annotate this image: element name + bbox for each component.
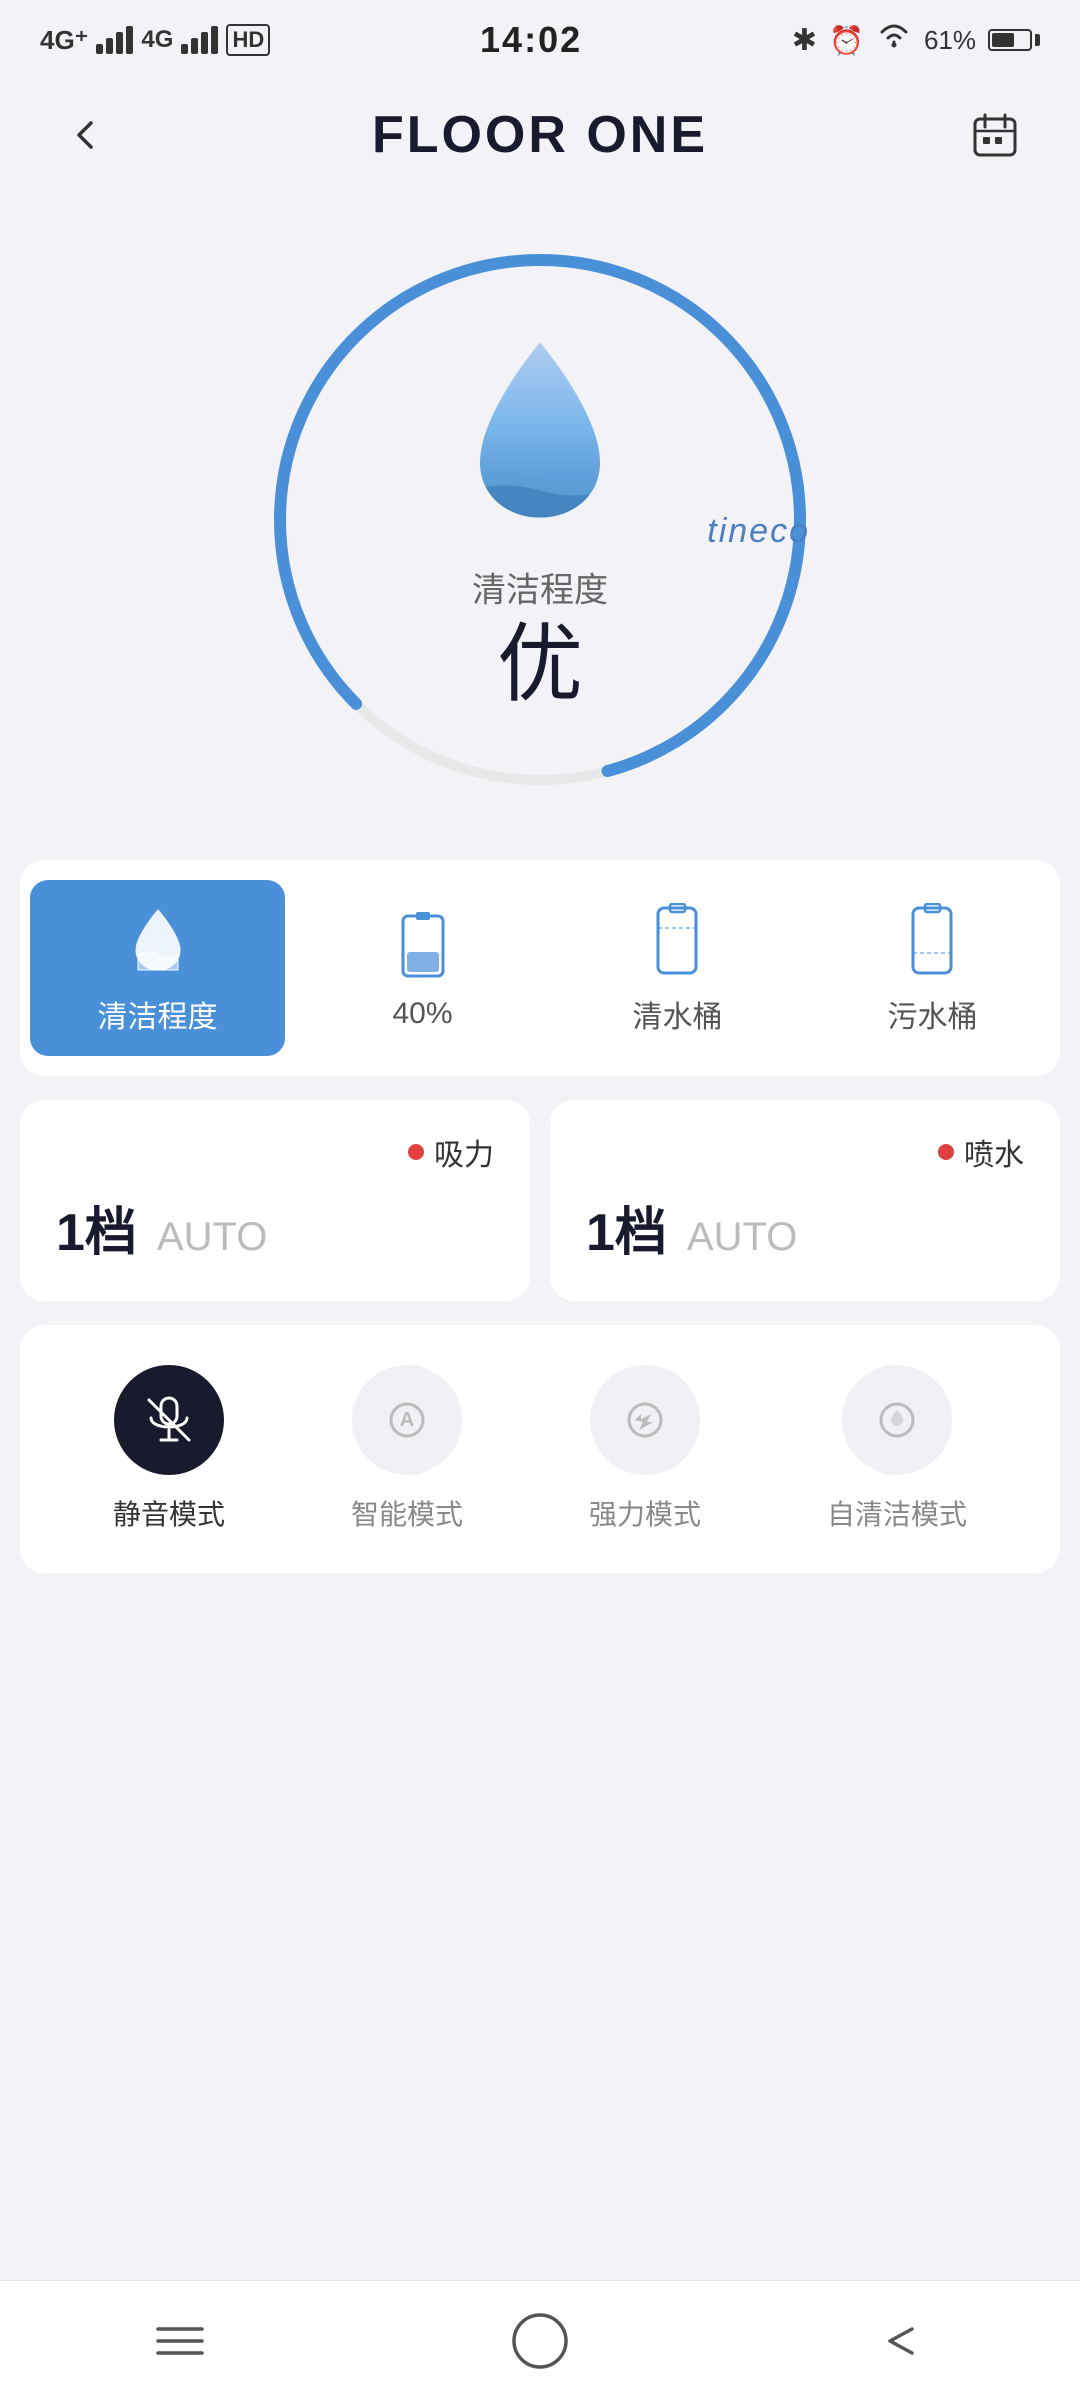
suction-text: 吸力 [434, 1130, 494, 1174]
silent-mode-label: 静音模式 [113, 1493, 225, 1533]
clean-label: 清洁程度 [472, 563, 608, 612]
spray-dot [938, 1144, 954, 1160]
clean-tank-icon [643, 900, 713, 980]
selfclean-mode-label: 自清洁模式 [827, 1493, 967, 1533]
suction-auto: AUTO [157, 1215, 267, 1260]
power-icon-circle [590, 1365, 700, 1475]
tab-battery-label: 40% [392, 997, 452, 1031]
battery-tab-icon [388, 905, 458, 985]
tab-clean-level[interactable]: 清洁程度 [30, 880, 285, 1056]
spray-text: 喷水 [964, 1130, 1024, 1174]
battery-percent: 61% [924, 25, 976, 56]
header: FLOOR ONE [0, 80, 1080, 190]
battery-icon [988, 29, 1040, 51]
suction-dot [408, 1144, 424, 1160]
wifi-icon [876, 22, 912, 58]
selfclean-icon-circle [842, 1365, 952, 1475]
microphone-off-icon [141, 1392, 197, 1448]
self-clean-icon [869, 1392, 925, 1448]
spray-card[interactable]: 喷水 1档 AUTO [550, 1100, 1060, 1301]
tab-dirty-tank-label: 污水桶 [888, 992, 978, 1036]
suction-gear: 1档 [56, 1190, 137, 1265]
smart-mode-label: 智能模式 [351, 1493, 463, 1533]
circle-inner: 清洁程度 优 [450, 333, 630, 708]
nav-back[interactable] [840, 2301, 960, 2381]
control-section: 吸力 1档 AUTO 喷水 1档 AUTO [20, 1100, 1060, 1301]
signal-bars [96, 26, 133, 54]
nav-menu[interactable] [120, 2301, 240, 2381]
suction-label: 吸力 [56, 1130, 494, 1174]
spray-label: 喷水 [586, 1130, 1024, 1174]
circle-container: 清洁程度 优 tineco [250, 230, 830, 810]
smart-icon-circle: A [352, 1365, 462, 1475]
tab-clean-label: 清洁程度 [98, 992, 218, 1036]
clean-level-icon [123, 900, 193, 980]
water-drop-icon [450, 333, 630, 543]
power-mode-icon [617, 1392, 673, 1448]
svg-text:A: A [400, 1409, 414, 1431]
spray-gear: 1档 [586, 1190, 667, 1265]
suction-value-row: 1档 AUTO [56, 1190, 494, 1265]
back-button[interactable] [50, 100, 120, 170]
smart-mode-icon: A [379, 1392, 435, 1448]
tab-clean-tank[interactable]: 清水桶 [550, 880, 805, 1056]
network-label: 4G⁺ [40, 25, 88, 56]
mode-smart[interactable]: A 智能模式 [351, 1365, 463, 1533]
hd-label: HD [226, 24, 270, 56]
network-label-2: 4G [141, 26, 173, 54]
clean-value: 优 [497, 622, 583, 708]
power-mode-label: 强力模式 [589, 1493, 701, 1533]
mode-section: 静音模式 A 智能模式 强力模式 [20, 1325, 1060, 1573]
spray-value-row: 1档 AUTO [586, 1190, 1024, 1265]
spray-auto: AUTO [687, 1215, 797, 1260]
tab-section: 清洁程度 40% 清水桶 [20, 860, 1060, 1076]
alarm-icon: ⏰ [829, 24, 864, 57]
bottom-nav [0, 2280, 1080, 2400]
calendar-button[interactable] [960, 100, 1030, 170]
tab-dirty-tank[interactable]: 污水桶 [805, 880, 1060, 1056]
mode-power[interactable]: 强力模式 [589, 1365, 701, 1533]
silent-icon-circle [114, 1365, 224, 1475]
circle-section: 清洁程度 优 tineco [0, 190, 1080, 860]
dirty-tank-icon [898, 900, 968, 980]
status-left: 4G⁺ 4G HD [40, 24, 270, 56]
page-title: FLOOR ONE [372, 105, 708, 165]
tab-clean-tank-label: 清水桶 [633, 992, 723, 1036]
status-bar: 4G⁺ 4G HD 14:02 ✱ ⏰ [0, 0, 1080, 80]
status-time: 14:02 [480, 19, 582, 61]
tineco-brand: tineco [707, 512, 810, 551]
status-right: ✱ ⏰ 61% [792, 22, 1040, 58]
bluetooth-icon: ✱ [792, 23, 817, 58]
suction-card[interactable]: 吸力 1档 AUTO [20, 1100, 530, 1301]
nav-home[interactable] [480, 2301, 600, 2381]
mode-silent[interactable]: 静音模式 [113, 1365, 225, 1533]
mode-grid: 静音模式 A 智能模式 强力模式 [50, 1365, 1030, 1533]
signal-bars-2 [181, 26, 218, 54]
mode-selfclean[interactable]: 自清洁模式 [827, 1365, 967, 1533]
tab-battery[interactable]: 40% [295, 880, 550, 1056]
